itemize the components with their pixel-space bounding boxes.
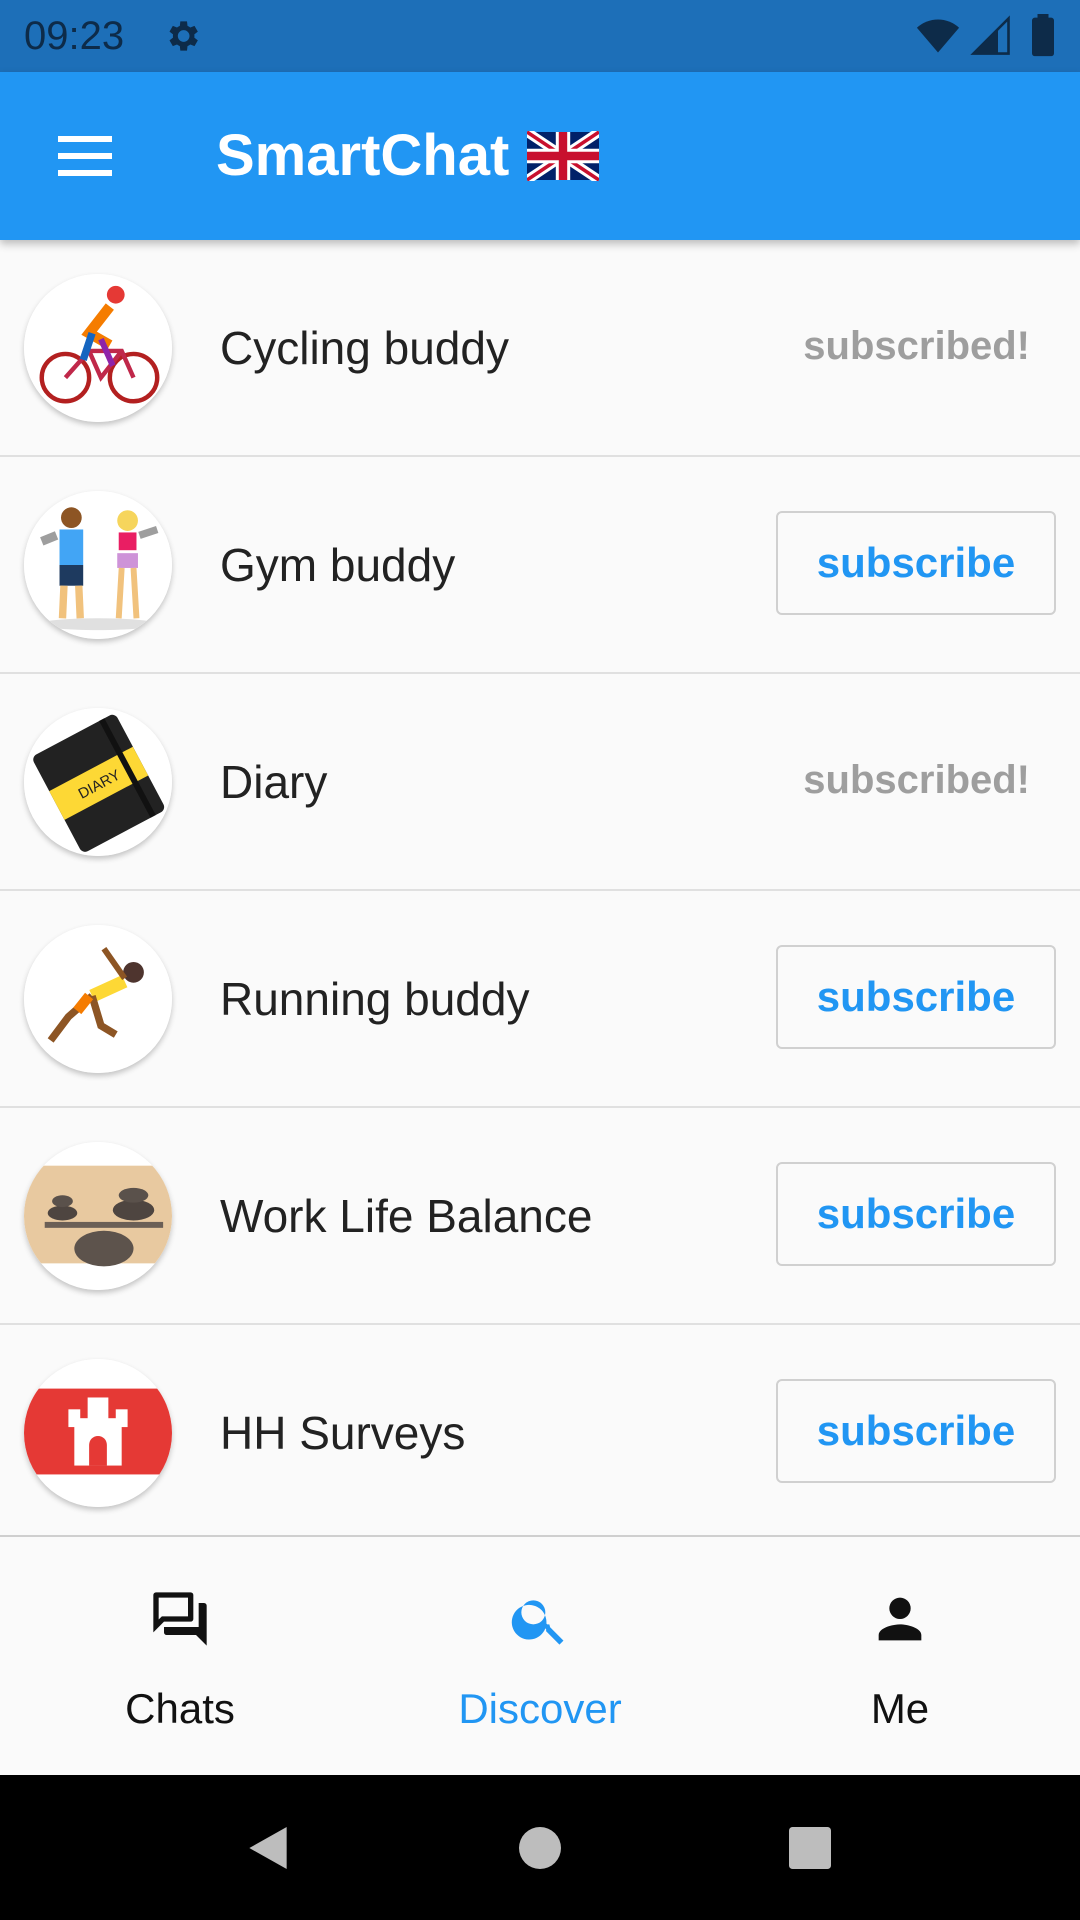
nav-item-chats[interactable]: Chats: [0, 1537, 360, 1777]
subscribe-button[interactable]: subscribe: [776, 1162, 1056, 1266]
list-item[interactable]: Gym buddy subscribe: [0, 457, 1080, 674]
system-navigation-bar: [0, 1775, 1080, 1920]
hamburger-menu-icon[interactable]: [44, 124, 124, 188]
list-item-label: Running buddy: [220, 973, 530, 1025]
diary-avatar: DIARY: [24, 708, 172, 856]
list-item[interactable]: Cycling buddy subscribed!: [0, 240, 1080, 457]
chats-icon: [153, 1592, 207, 1646]
app-title: SmartChat: [216, 123, 600, 188]
balance-stones-avatar: [24, 1142, 172, 1290]
nav-item-discover[interactable]: Discover: [360, 1537, 720, 1777]
app-bar: SmartChat: [0, 72, 1080, 240]
runner-avatar: [24, 925, 172, 1073]
battery-icon: [1032, 14, 1054, 57]
nav-item-me[interactable]: Me: [720, 1537, 1080, 1777]
recents-icon[interactable]: [782, 1820, 838, 1876]
bottom-navigation: Chats Discover Me: [0, 1535, 1080, 1777]
nav-label-me: Me: [870, 1685, 930, 1732]
status-time: 09:23: [24, 14, 125, 58]
nav-label-discover: Discover: [458, 1685, 622, 1732]
subscribe-button[interactable]: subscribe: [776, 511, 1056, 615]
search-icon: [511, 1600, 564, 1645]
subscribed-status: subscribed!: [803, 758, 1030, 802]
signal-icon: [969, 15, 1010, 55]
list-item-label: Work Life Balance: [220, 1190, 593, 1242]
nav-label-chats: Chats: [125, 1685, 235, 1732]
list-item-label: HH Surveys: [220, 1407, 466, 1459]
uk-flag-icon: [527, 131, 600, 181]
list-item[interactable]: DIARY Diary subscribed!: [0, 674, 1080, 891]
hamburg-flag-avatar: [24, 1359, 172, 1507]
subscribed-status: subscribed!: [803, 324, 1030, 368]
wifi-icon: [917, 19, 960, 53]
app-title-text: SmartChat: [216, 123, 510, 188]
status-bar: 09:23: [0, 0, 1080, 72]
list-item[interactable]: Running buddy subscribe: [0, 891, 1080, 1108]
gym-avatar: [24, 491, 172, 639]
gear-icon: [169, 21, 198, 51]
home-icon[interactable]: [512, 1820, 568, 1876]
list-item-label: Diary: [220, 756, 328, 808]
subscription-list: Cycling buddy subscribed! Gym buddy subs…: [0, 240, 1080, 1542]
list-item-label: Gym buddy: [220, 539, 456, 591]
subscribe-button[interactable]: subscribe: [776, 945, 1056, 1049]
person-icon: [878, 1597, 922, 1641]
list-item-label: Cycling buddy: [220, 322, 509, 374]
cyclist-avatar: [24, 274, 172, 422]
list-item[interactable]: Work Life Balance subscribe: [0, 1108, 1080, 1325]
list-item[interactable]: HH Surveys subscribe: [0, 1325, 1080, 1542]
back-icon[interactable]: [240, 1820, 296, 1876]
subscribe-button[interactable]: subscribe: [776, 1379, 1056, 1483]
